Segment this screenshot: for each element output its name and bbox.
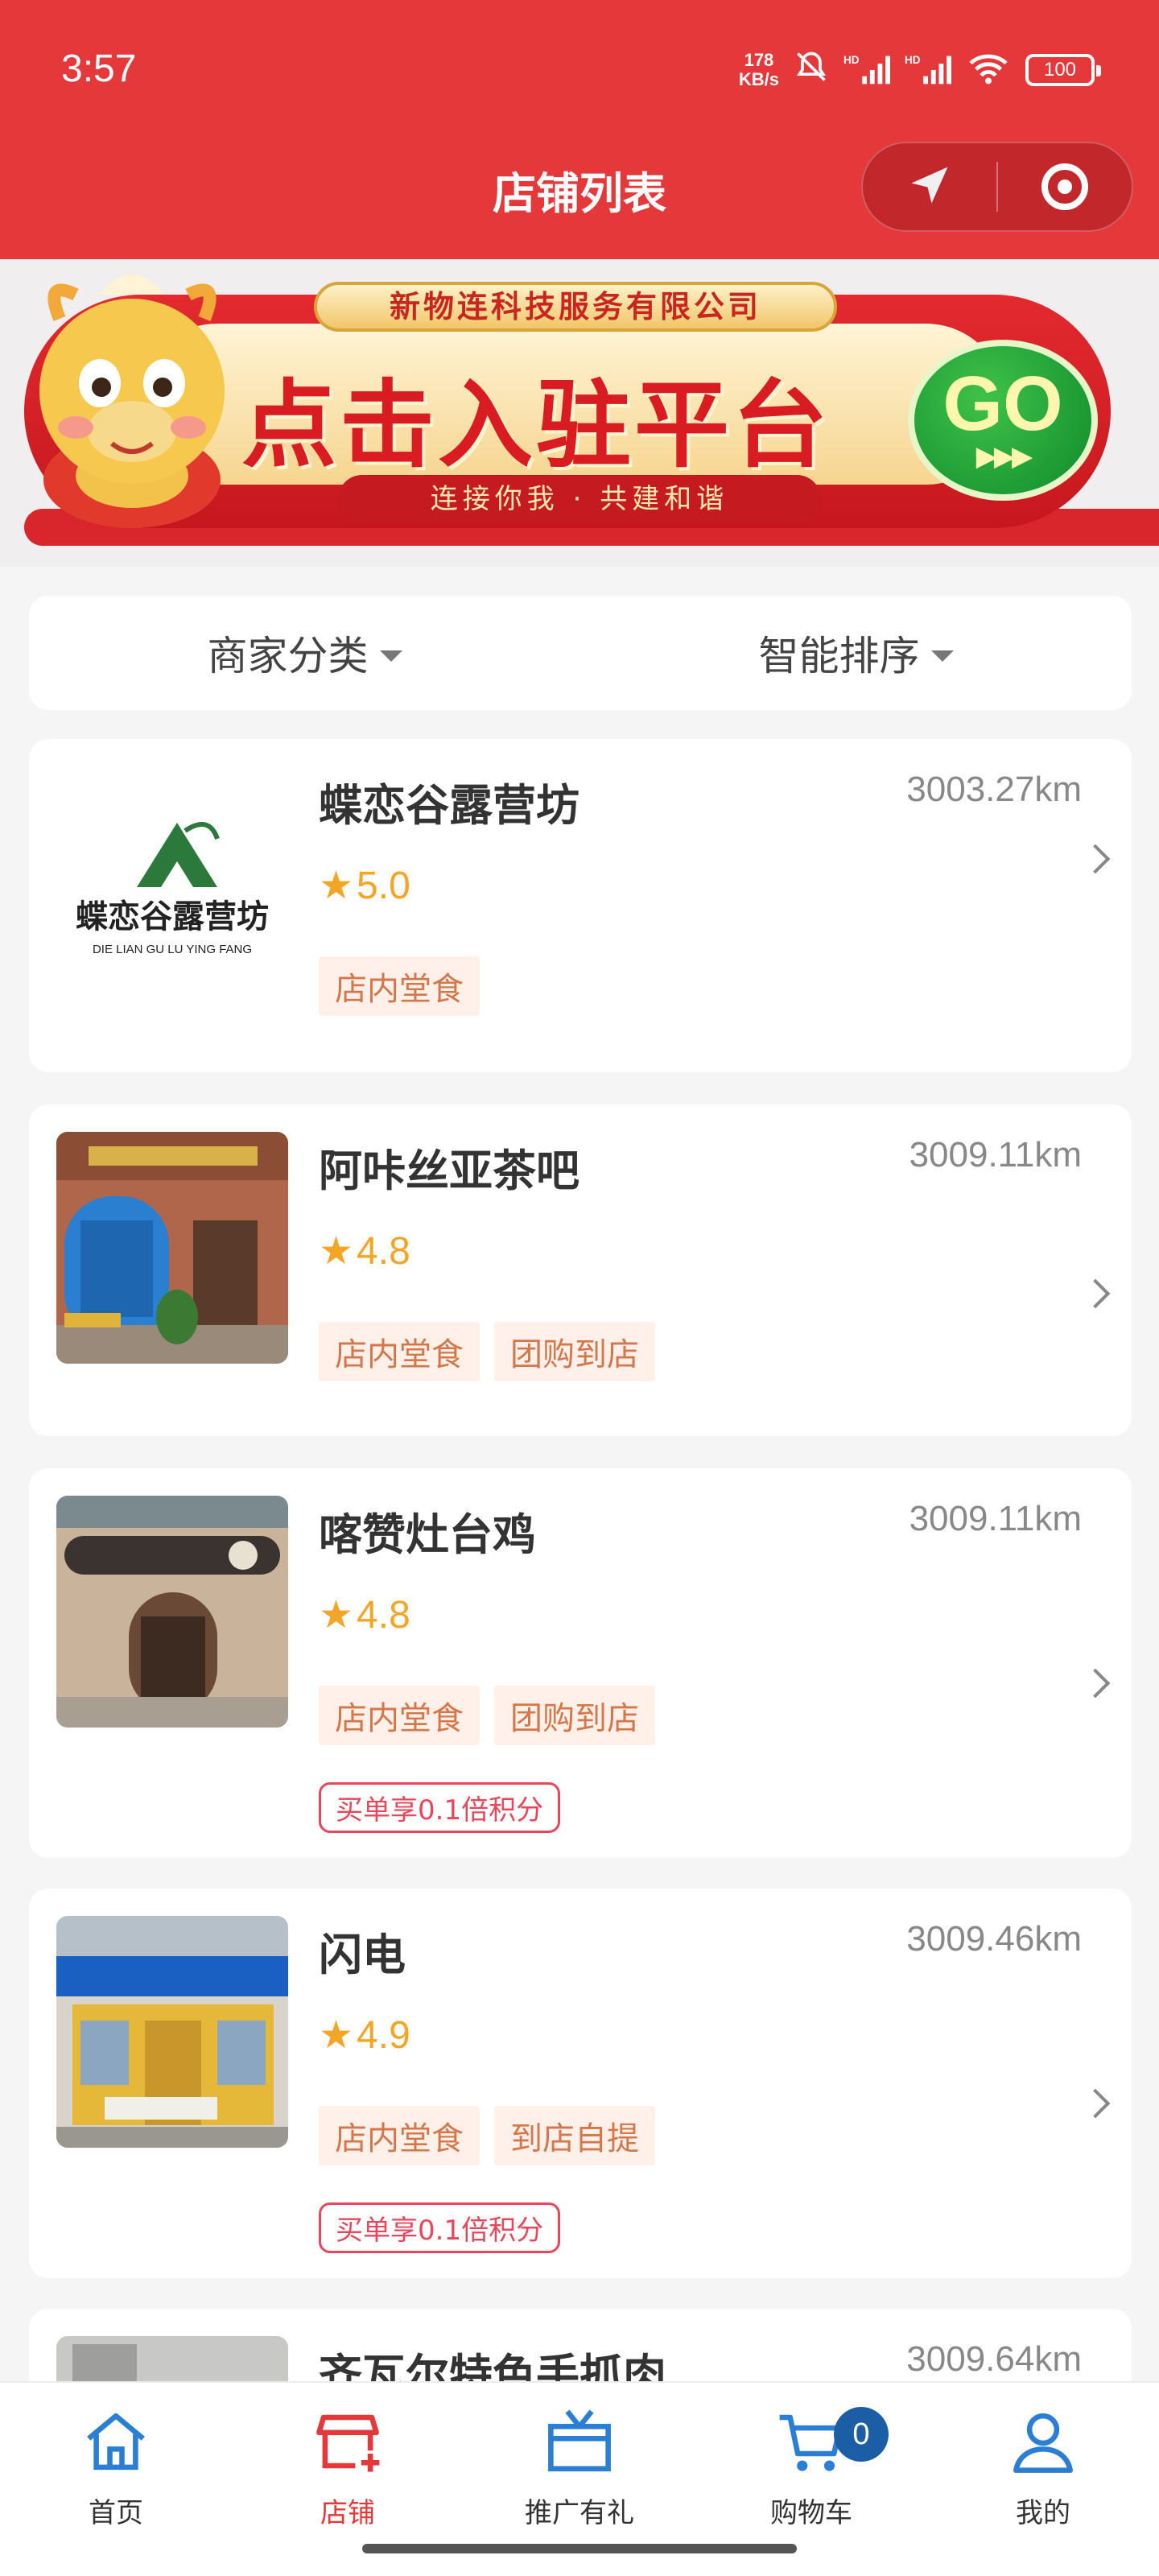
- shop-card[interactable]: 喀赞灶台鸡 3009.11km ★ 4.8 店内堂食 团购到店 买单享0.1倍积…: [29, 1468, 1132, 1858]
- shop-distance: 3009.11km: [909, 1499, 1082, 1538]
- star-icon: ★: [319, 1228, 354, 1274]
- tab-profile[interactable]: 我的: [927, 2383, 1159, 2576]
- navigation-arrow-icon: [905, 161, 954, 213]
- shop-rating: ★ 5.0: [319, 863, 410, 908]
- battery-icon: 100: [1025, 54, 1101, 86]
- tab-label: 购物车: [770, 2497, 852, 2529]
- shop-distance: 3003.27km: [906, 770, 1082, 809]
- category-filter-label: 商家分类: [207, 633, 369, 679]
- shop-name: 喀赞灶台鸡: [319, 1509, 536, 1560]
- shop-tags: 店内堂食: [319, 956, 480, 1016]
- shop-photo: [56, 1132, 288, 1364]
- shop-card[interactable]: 蝶恋谷露营坊 DIE LIAN GU LU YING FANG 蝶恋谷露营坊 3…: [29, 739, 1132, 1072]
- shop-rating: ★ 4.8: [319, 1228, 410, 1274]
- shop-name: 阿咔丝亚茶吧: [319, 1146, 580, 1196]
- go-arrows: ▶▶▶: [975, 440, 1033, 473]
- tab-home[interactable]: 首页: [0, 2383, 232, 2576]
- tab-label: 店铺: [320, 2497, 375, 2529]
- cart-count-badge: 0: [834, 2407, 889, 2462]
- banner-slogan: 连接你我 · 共建和谐: [338, 475, 821, 523]
- star-icon: ★: [319, 2013, 354, 2058]
- shop-tag: 店内堂食: [319, 1322, 480, 1381]
- join-platform-banner[interactable]: 新物连科技服务有限公司 点击入驻平台 连接你我 · 共建和谐 GO ▶▶▶: [0, 259, 1159, 567]
- shop-card[interactable]: 闪电 3009.46km ★ 4.9 店内堂食 到店自提 买单享0.1倍积分: [29, 1889, 1132, 2278]
- status-icons: 178 KB/s HD HD 100: [739, 47, 1101, 93]
- chevron-right-icon: [1080, 1668, 1111, 1699]
- dropdown-arrow-icon: [930, 650, 954, 662]
- network-speed: 178 KB/s: [739, 51, 779, 89]
- shop-tags: 店内堂食 到店自提: [319, 2106, 655, 2165]
- shop-tag: 团购到店: [494, 1322, 655, 1381]
- points-badge: 买单享0.1倍积分: [319, 1782, 561, 1833]
- svg-text:HD: HD: [843, 54, 860, 66]
- star-icon: ★: [319, 863, 354, 908]
- rating-value: 5.0: [357, 864, 410, 907]
- tab-label: 我的: [1016, 2497, 1070, 2529]
- banner-company: 新物连科技服务有限公司: [314, 282, 837, 332]
- header: 3:57 178 KB/s HD HD 100 店铺列表: [0, 0, 1159, 259]
- go-button[interactable]: GO ▶▶▶: [908, 340, 1098, 501]
- tent-logo-icon: 蝶恋谷露营坊 DIE LIAN GU LU YING FANG: [76, 822, 269, 956]
- chevron-right-icon: [1080, 844, 1111, 874]
- shop-distance: 3009.64km: [906, 2339, 1082, 2379]
- target-button[interactable]: [998, 143, 1132, 230]
- shop-name: 蝶恋谷露营坊: [319, 780, 580, 831]
- shop-logo-text: 蝶恋谷露营坊: [76, 898, 269, 935]
- home-icon: [80, 2405, 152, 2481]
- navigation-button[interactable]: [863, 143, 996, 230]
- rating-value: 4.8: [357, 1593, 410, 1637]
- user-icon: [1007, 2405, 1079, 2481]
- chevron-right-icon: [1080, 1278, 1111, 1309]
- shop-distance: 3009.46km: [906, 1919, 1082, 1959]
- shop-tag: 店内堂食: [319, 2106, 480, 2165]
- target-icon: [1041, 163, 1088, 210]
- shop-tag: 店内堂食: [319, 956, 480, 1016]
- shop-logo: 蝶恋谷露营坊 DIE LIAN GU LU YING FANG: [56, 766, 288, 998]
- chevron-right-icon: [1080, 2088, 1111, 2119]
- shop-photo: [56, 1496, 288, 1728]
- go-label: GO: [942, 361, 1063, 447]
- rating-value: 4.9: [357, 2013, 410, 2057]
- shop-tag: 店内堂食: [319, 1686, 480, 1745]
- mute-bell-icon: [794, 49, 829, 92]
- shop-distance: 3009.11km: [909, 1135, 1082, 1174]
- shop-tag: 团购到店: [494, 1686, 655, 1745]
- shop-logo-subtext: DIE LIAN GU LU YING FANG: [93, 943, 252, 956]
- rating-value: 4.8: [357, 1229, 410, 1273]
- shop-tags: 店内堂食 团购到店: [319, 1686, 655, 1745]
- sort-filter[interactable]: 智能排序: [580, 624, 1132, 682]
- header-capsule: [861, 142, 1133, 232]
- shop-rating: ★ 4.9: [319, 2013, 410, 2058]
- shop-tags: 店内堂食 团购到店: [319, 1322, 655, 1381]
- banner-title: 点击入驻平台: [241, 369, 831, 481]
- shop-rating: ★ 4.8: [319, 1592, 410, 1637]
- network-speed-unit: KB/s: [738, 69, 779, 89]
- gift-box-icon: [543, 2405, 616, 2481]
- shop-card[interactable]: 阿咔丝亚茶吧 3009.11km ★ 4.8 店内堂食 团购到店: [29, 1104, 1132, 1436]
- points-badge: 买单享0.1倍积分: [319, 2202, 561, 2253]
- home-indicator: [362, 2544, 797, 2553]
- dragon-mascot-icon: [39, 275, 225, 528]
- store-add-icon: [311, 2405, 384, 2481]
- hd-signal-icon: HD: [905, 51, 951, 89]
- sort-filter-label: 智能排序: [758, 633, 920, 679]
- wifi-icon: [966, 51, 1011, 89]
- shop-photo: [56, 1916, 288, 2148]
- star-icon: ★: [319, 1592, 354, 1637]
- dropdown-arrow-icon: [379, 650, 402, 662]
- category-filter[interactable]: 商家分类: [29, 624, 580, 682]
- shop-name: 闪电: [319, 1930, 406, 1980]
- filter-bar: 商家分类 智能排序: [29, 596, 1132, 710]
- tab-label: 首页: [89, 2497, 143, 2529]
- network-speed-value: 178: [744, 50, 774, 70]
- status-time: 3:57: [61, 47, 137, 90]
- shop-tag: 到店自提: [494, 2106, 655, 2165]
- hd-signal-icon: HD: [843, 51, 890, 89]
- svg-text:HD: HD: [905, 54, 921, 66]
- tab-label: 推广有礼: [525, 2497, 634, 2529]
